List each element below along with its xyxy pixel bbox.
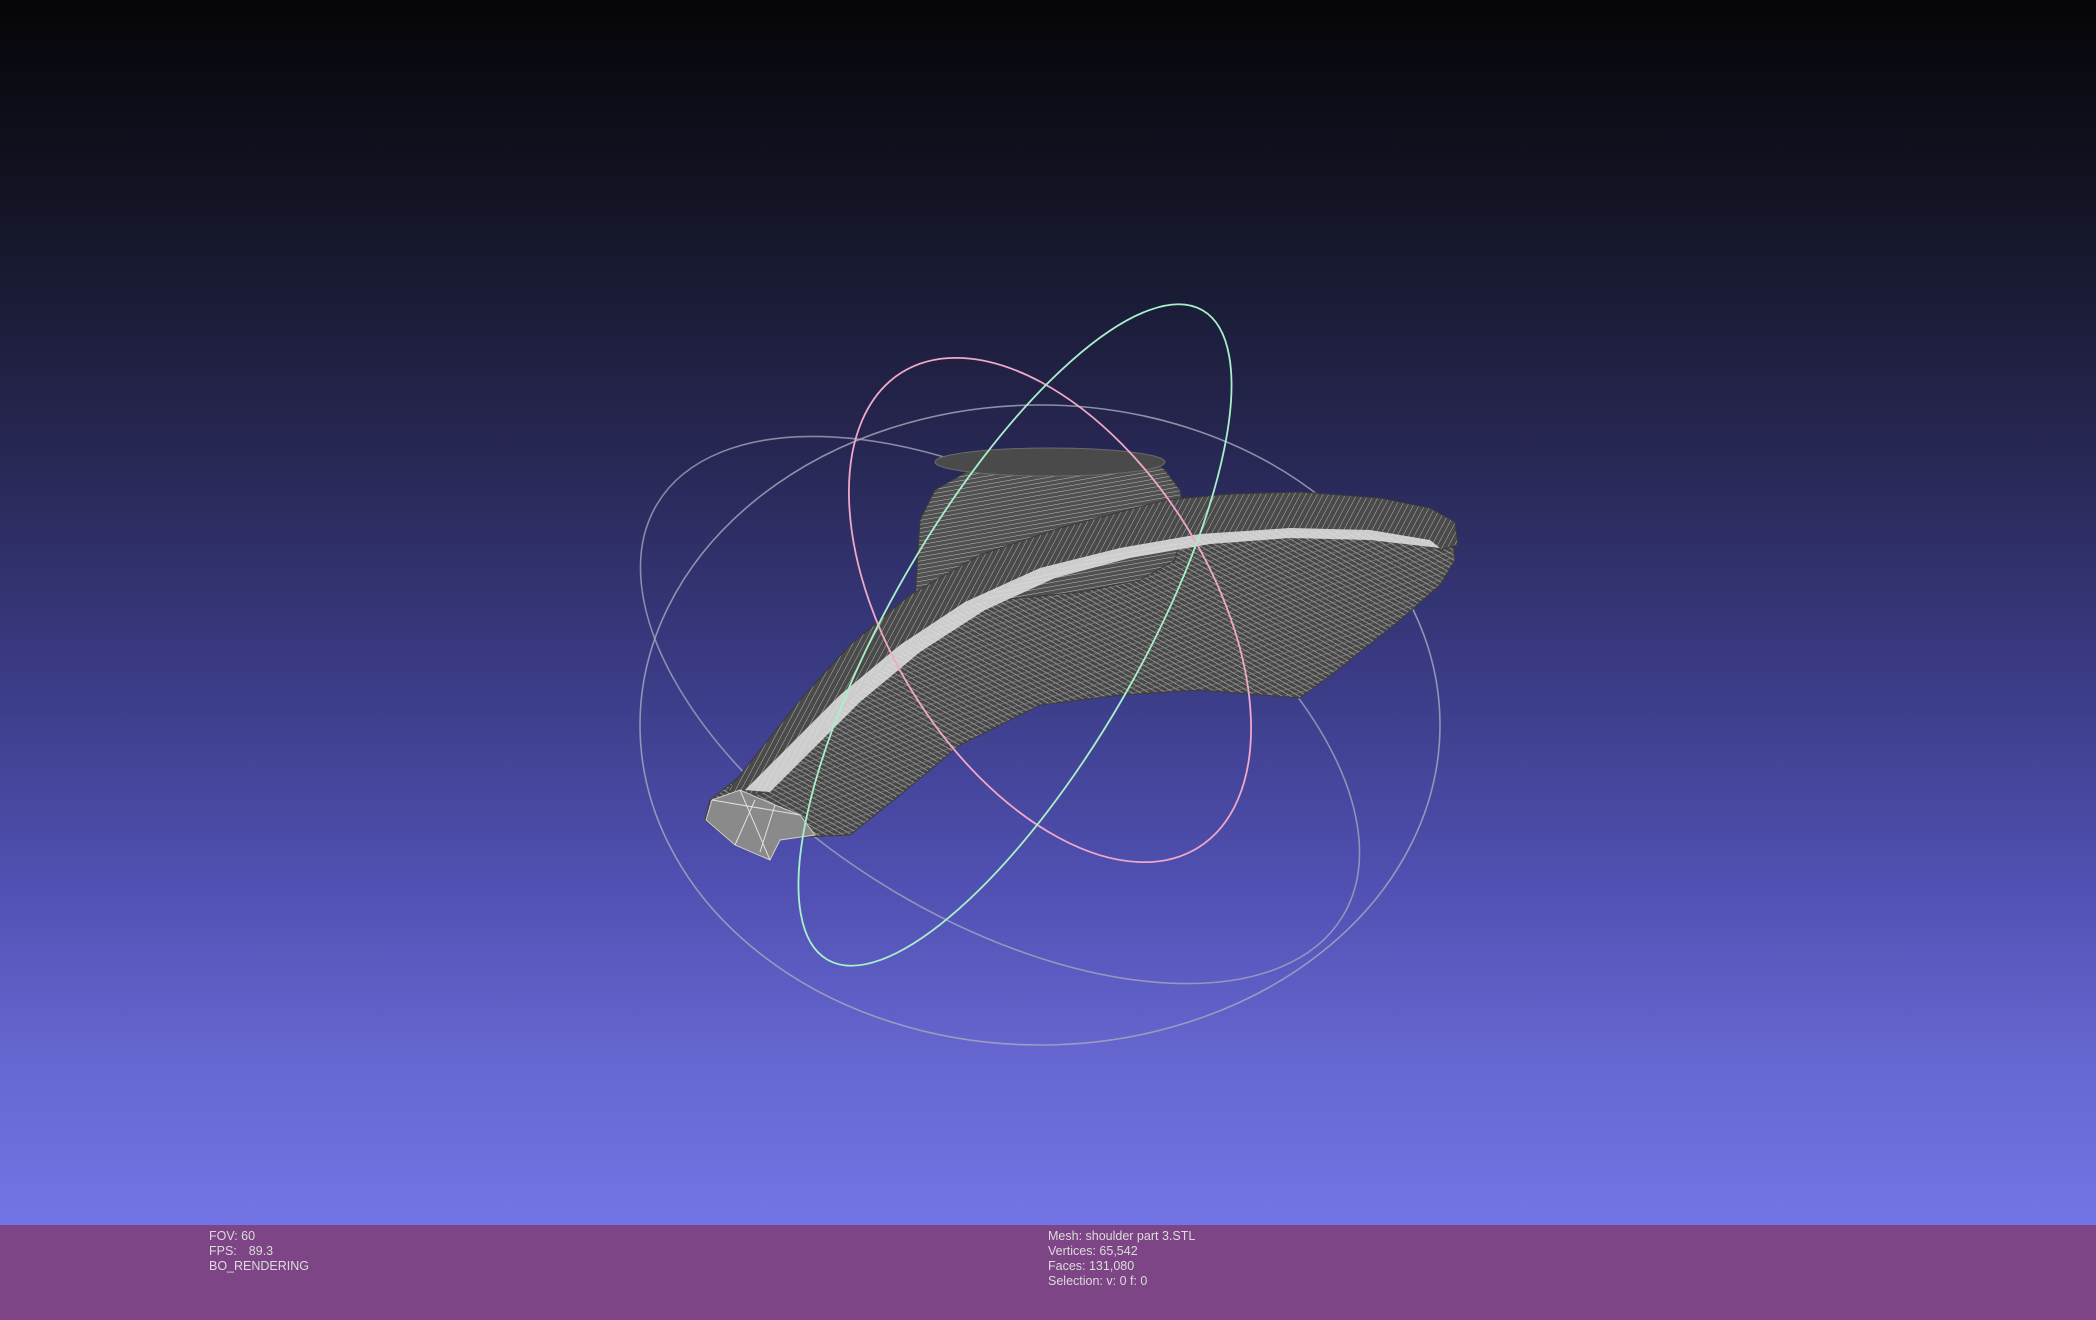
face-count: Faces: 131,080 (1048, 1259, 1135, 1273)
mesh-model[interactable] (704, 447, 1459, 861)
render-info: FOV: 60 FPS: 89.3 BO_RENDERING (209, 1229, 309, 1274)
info-panel: FOV: 60 FPS: 89.3 BO_RENDERING Mesh: shou… (0, 1225, 2096, 1320)
mesh-info: Mesh: shoulder part 3.STL Vertices: 65,5… (1048, 1229, 1195, 1289)
fov-readout: FOV: 60 (209, 1229, 256, 1243)
scene-canvas[interactable] (0, 0, 2096, 1225)
selection-info: Selection: v: 0 f: 0 (1048, 1274, 1148, 1288)
fps-label: FPS: (209, 1244, 237, 1258)
render-mode: BO_RENDERING (209, 1259, 310, 1273)
mesh-name: Mesh: shoulder part 3.STL (1048, 1229, 1196, 1243)
3d-viewport[interactable] (0, 0, 2096, 1225)
vertex-count: Vertices: 65,542 (1048, 1244, 1138, 1258)
fps-value: 89.3 (248, 1244, 274, 1258)
fps-readout: FPS: 89.3 (209, 1244, 309, 1259)
